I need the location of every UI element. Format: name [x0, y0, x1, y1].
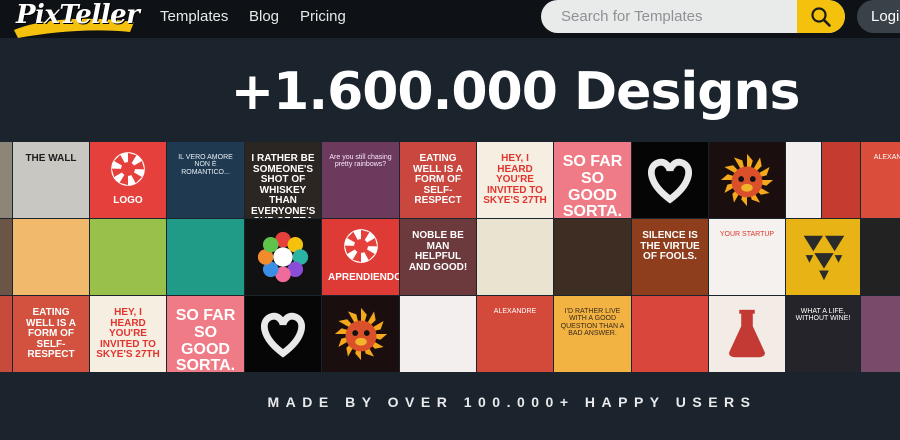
template-tile[interactable] [822, 142, 860, 218]
template-tile-text: Are you still chasing pretty rainbows? [329, 154, 392, 169]
template-tile-text: SILENCE IS THE VIRTUE OF FOOLS. [640, 230, 700, 262]
template-tile[interactable]: ALEXANDRE [477, 296, 553, 372]
template-tile[interactable]: I RATHER BE SOMEONE'S SHOT OF WHISKEY TH… [245, 142, 321, 218]
template-tile[interactable] [400, 296, 476, 372]
top-nav: PixTeller Templates Blog Pricing Login [0, 0, 900, 38]
template-tile-text: I RATHER BE SOMEONE'S SHOT OF WHISKEY TH… [251, 153, 316, 218]
triangles-icon [803, 235, 845, 281]
template-tile[interactable] [632, 296, 708, 372]
template-tile[interactable]: THE WALL [13, 142, 89, 218]
template-tile[interactable]: WHAT A LIFE, WITHOUT WINE! [786, 296, 860, 372]
template-tile[interactable] [0, 142, 12, 218]
template-tile[interactable]: HEY, I HEARD YOU'RE INVITED TO SKYE'S 27… [90, 296, 166, 372]
template-tile[interactable] [477, 219, 553, 295]
template-tile-text: IL VERO AMORE NON È ROMANTICO... [178, 154, 233, 176]
search-input[interactable] [541, 0, 797, 33]
template-tile-text: YOUR STARTUP [719, 231, 775, 238]
template-tile-text: EATING WELL IS A FORM OF SELF-RESPECT [413, 153, 463, 206]
template-tile-text: LOGO [113, 195, 143, 206]
login-button[interactable]: Login [857, 0, 900, 33]
template-tile[interactable] [861, 296, 900, 372]
template-tile[interactable]: HEY, I HEARD YOU'RE INVITED TO SKYE'S 27… [477, 142, 553, 218]
hero-title: +1.600.000 Designs [230, 62, 801, 122]
flask-icon [729, 309, 765, 358]
template-tile[interactable]: YOUR STARTUP [709, 219, 785, 295]
heart-hands-icon [648, 158, 692, 204]
template-tile[interactable]: EATING WELL IS A FORM OF SELF-RESPECT [13, 296, 89, 372]
template-tile[interactable] [554, 219, 631, 295]
template-tile[interactable] [632, 142, 708, 218]
aperture-icon [111, 152, 145, 186]
template-tile[interactable]: LOGO [90, 142, 166, 218]
template-tile-text: ALEXANDRE [493, 308, 537, 315]
template-tile[interactable]: APRENDIENDO [322, 219, 399, 295]
template-tile[interactable] [786, 142, 821, 218]
template-tile[interactable]: SO FAR SO GOOD SORTA. [167, 296, 244, 372]
template-tile-text: ALEXANDRE [873, 154, 900, 161]
template-tile[interactable] [245, 219, 321, 295]
search-button[interactable] [797, 0, 845, 33]
nav-pricing-link[interactable]: Pricing [300, 8, 346, 25]
template-tile-text: I'D RATHER LIVE WITH A GOOD QUESTION THA… [560, 308, 625, 338]
search-bar [541, 0, 845, 33]
template-tile-text: EATING WELL IS A FORM OF SELF-RESPECT [26, 307, 76, 360]
logo-text: PixTeller [16, 0, 140, 30]
template-tile-text: APRENDIENDO [328, 272, 399, 283]
template-tile[interactable]: IL VERO AMORE NON È ROMANTICO... [167, 142, 244, 218]
flower-icon [257, 231, 309, 283]
template-tile-text: WHAT A LIFE, WITHOUT WINE! [795, 308, 851, 323]
template-tile[interactable] [709, 296, 785, 372]
nav-templates-link[interactable]: Templates [160, 8, 228, 25]
template-tile[interactable] [709, 142, 785, 218]
template-tile[interactable] [0, 219, 12, 295]
template-tile[interactable]: EATING WELL IS A FORM OF SELF-RESPECT [400, 142, 476, 218]
template-tile[interactable]: ALEXANDRE [861, 142, 900, 218]
monkey-icon [334, 307, 388, 361]
hero-tagline: MADE BY OVER 100.000+ HAPPY USERS [267, 394, 757, 410]
template-tile[interactable] [861, 219, 900, 295]
search-icon [811, 7, 831, 27]
template-tile[interactable]: I'D RATHER LIVE WITH A GOOD QUESTION THA… [554, 296, 631, 372]
template-tile[interactable]: SO FAR SO GOOD SORTA. [554, 142, 631, 218]
template-tile-text: SO FAR SO GOOD SORTA. [175, 307, 236, 372]
template-tile[interactable] [13, 219, 89, 295]
monkey-icon [720, 153, 774, 207]
template-tile-text: THE WALL [25, 153, 77, 164]
pixteller-logo[interactable]: PixTeller [6, 0, 140, 44]
template-grid: THE WALL LOGO IL VERO AMORE NON È ROMANTIC… [0, 142, 900, 372]
template-tile[interactable] [245, 296, 321, 372]
template-tile-text: HEY, I HEARD YOU'RE INVITED TO SKYE'S 27… [96, 307, 160, 360]
template-tile[interactable] [167, 219, 244, 295]
nav-blog-link[interactable]: Blog [249, 8, 279, 25]
template-tile[interactable] [90, 219, 166, 295]
heart-hands-icon [261, 312, 305, 358]
template-tile-text: HEY, I HEARD YOU'RE INVITED TO SKYE'S 27… [483, 153, 547, 206]
template-tile[interactable]: SILENCE IS THE VIRTUE OF FOOLS. [632, 219, 708, 295]
template-tile[interactable]: NOBLE BE MAN HELPFUL AND GOOD! [400, 219, 476, 295]
template-tile[interactable]: Are you still chasing pretty rainbows? [322, 142, 399, 218]
template-tile[interactable] [0, 296, 12, 372]
template-tile[interactable] [786, 219, 860, 295]
template-tile[interactable] [322, 296, 399, 372]
template-tile-text: SO FAR SO GOOD SORTA. [562, 153, 623, 218]
template-tile-text: NOBLE BE MAN HELPFUL AND GOOD! [408, 230, 468, 273]
aperture-icon [344, 229, 378, 263]
